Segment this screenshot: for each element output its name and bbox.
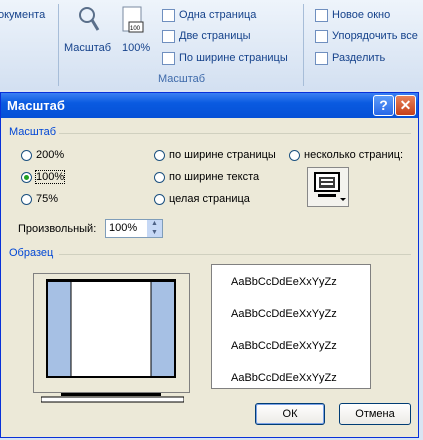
arbitrary-zoom-spinner[interactable]: 100% ▲ ▼ <box>105 219 163 238</box>
radio-circle <box>289 149 300 161</box>
spin-down-icon[interactable]: ▼ <box>147 229 162 237</box>
new-window-label: Новое окно <box>332 9 391 21</box>
arrange-all-button[interactable]: Упорядочить все <box>315 27 418 45</box>
split-icon <box>315 51 328 65</box>
magnifier-icon <box>78 6 100 37</box>
spin-up-icon[interactable]: ▲ <box>147 220 162 228</box>
close-button[interactable]: ✕ <box>395 95 416 116</box>
zoom-button[interactable]: Масштаб <box>64 42 111 54</box>
section-divider <box>59 254 411 255</box>
ribbon: окумента Масштаб 100 100% Одна страница … <box>0 0 423 90</box>
new-window-icon <box>315 8 328 22</box>
cancel-button[interactable]: Отмена <box>339 403 411 425</box>
radio-whole-page[interactable]: целая страница <box>154 193 250 205</box>
zoom-section-label: Масштаб <box>9 126 57 138</box>
many-pages-picker-button[interactable] <box>307 167 349 207</box>
page-100-icon: 100 <box>122 6 144 39</box>
preview-monitor-graphic <box>34 274 189 392</box>
dialog-title: Масштаб <box>7 98 65 113</box>
two-pages-label: Две страницы <box>179 30 251 42</box>
page-width-label: По ширине страницы <box>179 52 288 64</box>
spinner-arrows: ▲ ▼ <box>147 220 162 237</box>
radio-text-width[interactable]: по ширине текста <box>154 171 259 183</box>
split-label: Разделить <box>332 52 386 64</box>
radio-circle <box>154 149 165 161</box>
radio-100-label: 100% <box>34 170 66 184</box>
split-button[interactable]: Разделить <box>315 49 385 67</box>
sample-section-label: Образец <box>9 247 54 259</box>
arrange-all-label: Упорядочить все <box>332 30 418 42</box>
arbitrary-zoom-value[interactable]: 100% <box>109 222 137 234</box>
radio-page-width[interactable]: по ширине страницы <box>154 149 276 161</box>
page-width-button[interactable]: По ширине страницы <box>162 49 288 67</box>
radio-200[interactable]: 200% <box>21 149 64 161</box>
zoom-100-button[interactable]: 100% <box>122 42 150 54</box>
radio-page-width-label: по ширине страницы <box>169 149 276 161</box>
ribbon-separator <box>58 4 59 86</box>
radio-many-pages[interactable]: несколько страниц: <box>289 149 403 161</box>
radio-many-pages-label: несколько страниц: <box>304 149 404 161</box>
sample-text-line: AaBbCcDdEeXxYyZz <box>231 276 337 288</box>
radio-whole-page-label: целая страница <box>169 193 250 205</box>
page-width-icon <box>162 51 175 65</box>
ribbon-separator <box>303 4 304 86</box>
radio-75-label: 75% <box>36 193 59 205</box>
radio-75[interactable]: 75% <box>21 193 58 205</box>
dialog-titlebar[interactable]: Масштаб ? ✕ <box>1 93 418 118</box>
radio-200-label: 200% <box>36 149 65 161</box>
new-window-button[interactable]: Новое окно <box>315 6 390 24</box>
arbitrary-label: Произвольный: <box>18 223 97 235</box>
sample-text-box: AaBbCcDdEeXxYyZz AaBbCcDdEeXxYyZz AaBbCc… <box>211 264 371 389</box>
ribbon-cut-label: окумента <box>0 9 46 21</box>
radio-circle <box>21 149 32 161</box>
one-page-label: Одна страница <box>179 9 257 21</box>
one-page-button[interactable]: Одна страница <box>162 6 256 24</box>
radio-circle-checked <box>21 171 32 183</box>
monitor-stand <box>40 393 185 403</box>
radio-circle <box>154 193 165 205</box>
zoom-dialog: Масштаб ? ✕ Масштаб 200% 100% 75% по шир… <box>0 92 419 438</box>
two-pages-icon <box>162 29 175 43</box>
radio-circle <box>21 193 32 205</box>
ok-button[interactable]: ОК <box>255 403 325 425</box>
arrange-all-icon <box>315 29 328 43</box>
section-divider <box>59 133 411 134</box>
radio-text-width-label: по ширине текста <box>169 171 260 183</box>
preview-monitor <box>33 273 190 393</box>
one-page-icon <box>162 8 175 22</box>
sample-text-line: AaBbCcDdEeXxYyZz <box>231 372 337 384</box>
radio-circle <box>154 171 165 183</box>
monitor-icon <box>314 172 346 201</box>
sample-text-line: AaBbCcDdEeXxYyZz <box>231 340 337 352</box>
sample-text-line: AaBbCcDdEeXxYyZz <box>231 308 337 320</box>
svg-text:100: 100 <box>130 26 141 32</box>
two-pages-button[interactable]: Две страницы <box>162 27 251 45</box>
radio-100[interactable]: 100% <box>21 170 66 184</box>
ribbon-group-label: Масштаб <box>158 73 206 85</box>
help-button[interactable]: ? <box>373 95 394 116</box>
